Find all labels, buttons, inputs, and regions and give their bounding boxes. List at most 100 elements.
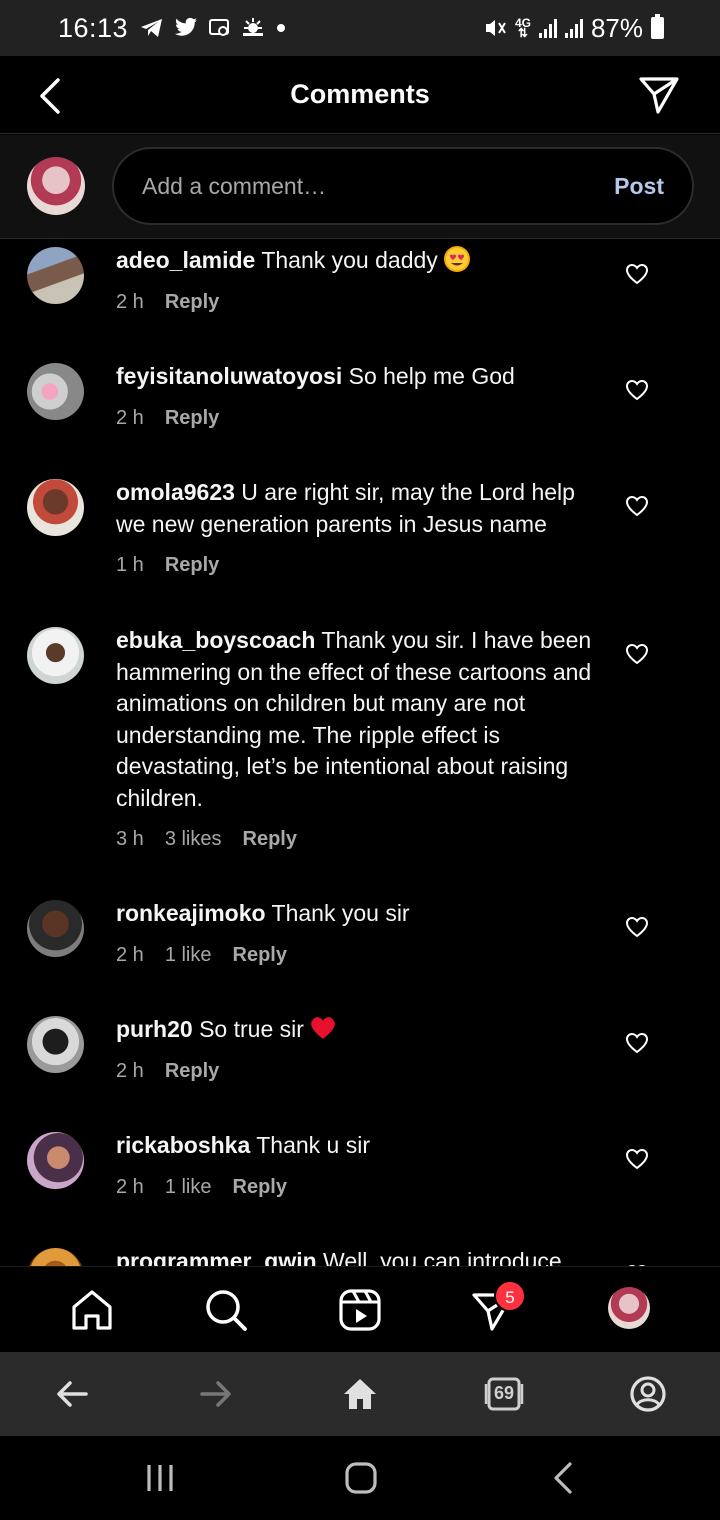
notification-icons — [140, 17, 286, 39]
like-heart-icon[interactable] — [625, 1148, 649, 1170]
comment-username[interactable]: feyisitanoluwatoyosi — [116, 363, 342, 389]
comment-time: 2 h — [116, 406, 144, 429]
comment-time: 2 h — [116, 290, 144, 313]
cast-icon — [209, 19, 230, 36]
comment-time: 1 h — [116, 554, 144, 576]
red-heart-emoji — [311, 1017, 336, 1039]
comment-text-line: rickaboshka Thank u sir — [116, 1130, 606, 1162]
comment-body: adeo_lamide Thank you daddy 2 h Reply — [116, 245, 606, 314]
reply-button[interactable]: Reply — [243, 828, 297, 851]
comment-username[interactable]: ronkeajimoko — [116, 900, 266, 926]
tabs-icon[interactable] — [484, 1374, 524, 1414]
reply-button[interactable]: Reply — [233, 944, 287, 967]
comment-composer: Post — [0, 135, 720, 239]
avatar — [27, 1132, 84, 1189]
like-heart-icon[interactable] — [625, 495, 649, 517]
comment-body: rickaboshka Thank u sir 2 h 1 like Reply — [116, 1130, 606, 1199]
comment-input[interactable] — [142, 172, 615, 200]
share-icon[interactable] — [638, 74, 680, 116]
comment-likes[interactable]: 3 likes — [165, 828, 222, 851]
page-title: Comments — [290, 79, 430, 109]
browser-toolbar — [0, 1352, 720, 1436]
like-heart-icon[interactable] — [625, 643, 649, 665]
network-type: 4G — [514, 16, 531, 30]
home-icon[interactable] — [69, 1287, 115, 1333]
comment-text: Thank u sir — [256, 1132, 370, 1158]
post-button[interactable]: Post — [614, 173, 664, 200]
home-icon[interactable] — [343, 1460, 379, 1496]
comment-text: Well, you can introduce — [323, 1248, 562, 1266]
comment-text-line: adeo_lamide Thank you daddy — [116, 245, 606, 277]
battery-icon — [651, 14, 664, 39]
comment-time: 3 h — [116, 828, 144, 850]
like-heart-icon[interactable] — [625, 1032, 649, 1054]
comment-meta: 1 h Reply — [116, 554, 606, 577]
comment-username[interactable]: omola9623 — [116, 479, 235, 505]
comment-text-line: ebuka_boyscoach Thank you sir. I have be… — [116, 625, 606, 814]
recents-icon[interactable] — [142, 1460, 178, 1496]
comment-body: programmer_gwin Well, you can introduce — [116, 1246, 606, 1266]
comment-text-line: programmer_gwin Well, you can introduce — [116, 1246, 606, 1266]
comment-meta: 2 h Reply — [116, 1060, 606, 1083]
twitter-icon — [175, 17, 198, 36]
comment-likes[interactable]: 1 like — [165, 944, 212, 967]
comment-text: So help me God — [348, 363, 515, 389]
heart-eyes-emoji — [444, 246, 471, 272]
comment-body: feyisitanoluwatoyosi So help me God 2 h … — [116, 361, 606, 430]
comment-time: 2 h — [116, 1175, 144, 1198]
signal-icon — [564, 18, 583, 38]
forward-arrow-icon[interactable] — [196, 1374, 236, 1414]
reply-button[interactable]: Reply — [165, 1060, 219, 1083]
comment-text: Thank you daddy — [261, 247, 438, 273]
comment-meta: 2 h Reply — [116, 291, 606, 314]
weather-icon — [243, 18, 264, 36]
comment-text-line: omola9623 U are right sir, may the Lord … — [116, 477, 606, 540]
home-icon[interactable] — [340, 1374, 380, 1414]
comment-body: omola9623 U are right sir, may the Lord … — [116, 477, 606, 577]
reply-button[interactable]: Reply — [165, 407, 219, 430]
comment-time: 2 h — [116, 1059, 144, 1082]
avatar — [27, 1248, 84, 1266]
reply-button[interactable]: Reply — [165, 554, 219, 577]
avatar — [27, 627, 84, 684]
reply-button[interactable]: Reply — [233, 1176, 287, 1199]
search-icon[interactable] — [203, 1287, 249, 1333]
comment-username[interactable]: rickaboshka — [116, 1132, 250, 1158]
avatar — [27, 363, 84, 420]
profile-avatar[interactable] — [608, 1287, 650, 1329]
comment-time: 2 h — [116, 943, 144, 966]
network-4g-icon: 4G ⇅ — [514, 16, 531, 40]
back-icon[interactable] — [546, 1460, 582, 1496]
comment-username[interactable]: purh20 — [116, 1016, 193, 1042]
comment-text: Thank you sir. I have been hammering on … — [116, 627, 592, 811]
comment-username[interactable]: programmer_gwin — [116, 1248, 317, 1266]
avatar — [27, 247, 84, 304]
account-icon[interactable] — [628, 1374, 668, 1414]
notification-badge: 5 — [494, 1280, 526, 1312]
comment-input-container: Post — [112, 147, 694, 225]
like-heart-icon[interactable] — [625, 916, 649, 938]
comment-username[interactable]: adeo_lamide — [116, 247, 255, 273]
avatar — [27, 1016, 84, 1073]
comment-list: adeo_lamide Thank you daddy 2 h Reply fe… — [0, 240, 720, 1266]
comment-body: ronkeajimoko Thank you sir 2 h 1 like Re… — [116, 898, 606, 967]
back-arrow-icon[interactable] — [52, 1374, 92, 1414]
avatar — [27, 479, 84, 536]
comment-meta: 3 h 3 likes Reply — [116, 828, 606, 851]
status-bar: 16:13 4G ⇅ 87% — [0, 0, 720, 56]
reply-button[interactable]: Reply — [165, 291, 219, 314]
comment-text: Thank you sir — [271, 900, 410, 926]
battery-percentage: 87% — [590, 12, 643, 43]
back-arrow-icon[interactable] — [36, 76, 66, 116]
dot-icon — [277, 24, 286, 32]
status-time: 16:13 — [58, 12, 129, 43]
comment-likes[interactable]: 1 like — [165, 1176, 212, 1199]
like-heart-icon[interactable] — [625, 263, 649, 285]
reels-icon[interactable] — [337, 1287, 383, 1333]
comment-body: purh20 So true sir 2 h Reply — [116, 1014, 606, 1083]
mute-icon — [485, 20, 506, 36]
like-heart-icon[interactable] — [625, 379, 649, 401]
comment-body: ebuka_boyscoach Thank you sir. I have be… — [116, 625, 606, 851]
comment-text-line: purh20 So true sir — [116, 1014, 606, 1046]
comment-username[interactable]: ebuka_boyscoach — [116, 627, 315, 653]
